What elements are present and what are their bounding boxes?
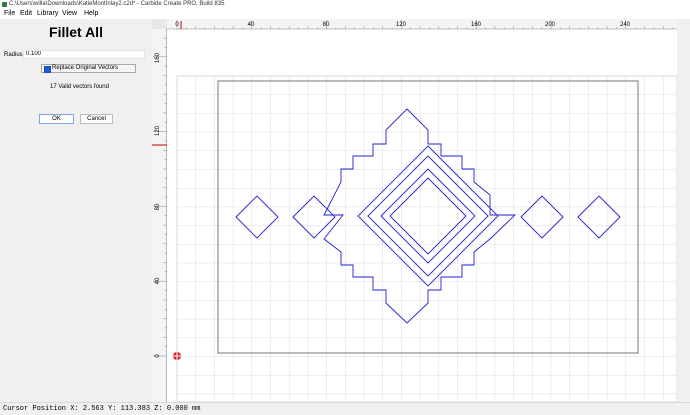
left-ruler-label: 120 (155, 125, 161, 136)
title-bar: C:\Users\willa\Downloads\KatieMontInlay2… (0, 0, 690, 9)
replace-vectors-label: Replace Original Vectors (52, 65, 119, 71)
top-ruler-label: 40 (248, 22, 255, 28)
status-bar: Cursor Position X: 2.563 Y: 113.383 Z: 0… (0, 402, 690, 415)
radius-label: Radius (4, 52, 23, 58)
ruler-corner (152, 19, 167, 29)
left-ruler-label: 160 (155, 52, 161, 63)
fillet-panel: Fillet All Radius Replace Original Vecto… (0, 19, 152, 402)
top-ruler-label: 160 (471, 22, 482, 28)
top-ruler-label: 120 (396, 22, 407, 28)
top-ruler-label: 200 (545, 22, 556, 28)
menu-library[interactable]: Library (37, 9, 58, 19)
left-ruler: 160 120 80 40 0 (152, 29, 167, 402)
vertical-scrollbar[interactable] (677, 19, 690, 402)
origin-marker-icon (173, 352, 181, 360)
left-ruler-label: 80 (155, 203, 161, 210)
panel-title: Fillet All (49, 24, 103, 40)
canvas-svg: 0 40 80 120 160 200 240 (167, 19, 678, 403)
menu-file[interactable]: File (4, 9, 15, 19)
menu-edit[interactable]: Edit (20, 9, 32, 19)
cancel-button[interactable]: Cancel (80, 114, 113, 124)
checkbox-checked-icon[interactable] (44, 66, 51, 73)
ok-button[interactable]: OK (39, 114, 74, 124)
window-title: C:\Users\willa\Downloads\KatieMontInlay2… (9, 1, 225, 7)
top-ruler-label: 240 (620, 22, 631, 28)
top-ruler (167, 19, 677, 29)
menu-bar: File Edit Library View Help (0, 9, 690, 19)
menu-help[interactable]: Help (84, 9, 98, 19)
radius-input[interactable] (23, 50, 145, 59)
menu-view[interactable]: View (62, 9, 77, 19)
app-icon (2, 2, 7, 7)
valid-vectors-text: 17 Valid vectors found (50, 84, 109, 90)
cursor-position-text: Cursor Position X: 2.563 Y: 113.383 Z: 0… (3, 405, 201, 413)
replace-vectors-checkbox[interactable]: Replace Original Vectors (41, 64, 136, 73)
left-ruler-label: 40 (155, 277, 161, 284)
top-ruler-label: 80 (323, 22, 330, 28)
design-canvas[interactable]: 0 40 80 120 160 200 240 (167, 19, 678, 403)
